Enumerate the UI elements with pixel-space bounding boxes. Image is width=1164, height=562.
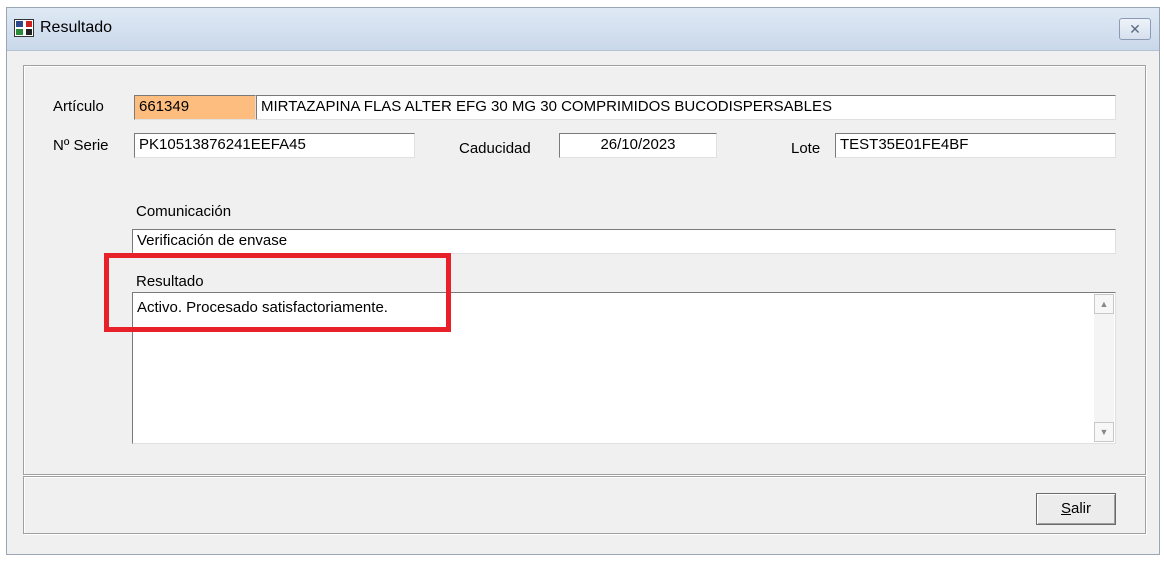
lote-label: Lote (791, 140, 821, 157)
articulo-code-field[interactable]: 661349 (134, 95, 256, 120)
salir-accelerator: S (1060, 500, 1071, 517)
app-icon (14, 19, 34, 37)
arrow-up-icon[interactable]: ▲ (1094, 294, 1114, 314)
lote-field[interactable]: TEST35E01FE4BF (835, 133, 1116, 158)
articulo-label: Artículo (53, 98, 104, 115)
salir-button[interactable]: Salir (1036, 493, 1116, 525)
close-icon: ✕ (1129, 21, 1141, 37)
salir-label: alir (1071, 500, 1092, 517)
footer-group (23, 476, 1146, 534)
caducidad-field[interactable]: 26/10/2023 (559, 133, 717, 158)
articulo-description-field[interactable]: MIRTAZAPINA FLAS ALTER EFG 30 MG 30 COMP… (256, 95, 1116, 120)
comunicacion-label: Comunicación (136, 203, 232, 220)
caducidad-label: Caducidad (459, 140, 531, 157)
comunicacion-field[interactable]: Verificación de envase (132, 229, 1116, 254)
highlight-box (104, 253, 451, 332)
serie-label: Nº Serie (53, 137, 109, 154)
title-bar: Resultado ✕ (7, 8, 1159, 51)
arrow-down-icon[interactable]: ▼ (1094, 422, 1114, 442)
resultado-scrollbar[interactable]: ▲ ▼ (1094, 294, 1114, 442)
serie-field[interactable]: PK10513876241EEFA45 (134, 133, 415, 158)
close-button[interactable]: ✕ (1119, 18, 1151, 40)
window-title: Resultado (40, 19, 113, 36)
